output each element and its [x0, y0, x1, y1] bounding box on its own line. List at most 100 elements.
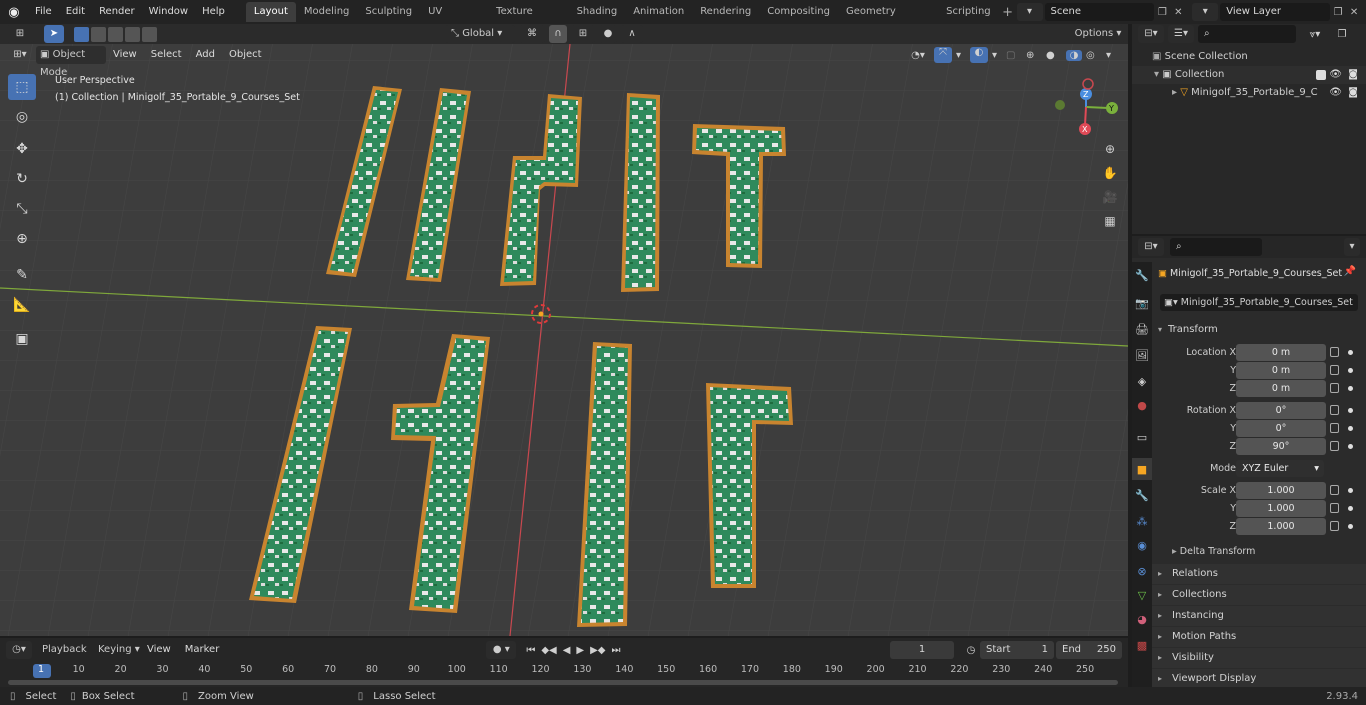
- 3d-viewport[interactable]: Z Y X: [0, 44, 1128, 636]
- mode-difference-icon[interactable]: [125, 26, 140, 42]
- outliner-row-scene-collection[interactable]: ▣ Scene Collection: [1132, 48, 1366, 66]
- properties-editor-icon[interactable]: ⊟▾: [1138, 238, 1164, 256]
- location-z-field[interactable]: 0 m: [1236, 380, 1326, 397]
- timeline-editor-icon[interactable]: ◷▾: [6, 641, 32, 659]
- play-icon[interactable]: ▶: [576, 645, 584, 656]
- pivot-icon[interactable]: ⌘: [519, 25, 545, 43]
- filter-icon[interactable]: ⩔▾: [1300, 29, 1330, 40]
- next-keyframe-icon[interactable]: ▶◆: [590, 645, 605, 656]
- rotate-tool-icon[interactable]: ↻: [8, 166, 36, 192]
- scale-tool-icon[interactable]: ⤡: [8, 196, 36, 222]
- menu-window[interactable]: Window: [142, 0, 195, 24]
- render-tab-icon[interactable]: 📷: [1132, 292, 1152, 314]
- delete-scene-icon[interactable]: ✕: [1170, 7, 1186, 18]
- timeline-scrollbar[interactable]: [8, 680, 1118, 685]
- menu-render[interactable]: Render: [92, 0, 142, 24]
- keyframe-location-x-icon[interactable]: [1348, 350, 1353, 355]
- prev-keyframe-icon[interactable]: ◆◀: [541, 645, 556, 656]
- menu-help[interactable]: Help: [195, 0, 232, 24]
- object-name-field[interactable]: ▣▾ Minigolf_35_Portable_9_Courses_Set: [1160, 294, 1358, 311]
- keyframe-scale-x-icon[interactable]: [1348, 488, 1353, 493]
- 3d-view-editor-icon[interactable]: ⊞▾: [6, 46, 34, 64]
- vp-menu-object[interactable]: Object: [222, 43, 269, 67]
- lock-rotation-x-icon[interactable]: [1330, 405, 1339, 415]
- tab-animation[interactable]: Animation: [625, 2, 692, 22]
- menu-edit[interactable]: Edit: [59, 0, 92, 24]
- xray-icon[interactable]: ▢: [1006, 50, 1022, 61]
- tab-geometry-nodes[interactable]: Geometry Nodes: [838, 2, 938, 37]
- collection-camera-icon[interactable]: ◙: [1348, 66, 1358, 84]
- outliner-row-collection[interactable]: ▾ ▣ Collection 👁 ◙: [1132, 66, 1366, 84]
- cursor-tool-icon[interactable]: ◎: [8, 104, 36, 130]
- timeline-menu-marker[interactable]: Marker: [178, 638, 227, 662]
- gizmo-toggle-icon[interactable]: ⤧: [934, 47, 952, 63]
- add-workspace-icon[interactable]: +: [999, 5, 1017, 20]
- outliner-search-input[interactable]: ⌕: [1198, 25, 1296, 43]
- timeline-ruler[interactable]: 1 10 20 30 40 50 60 70 80 90 100 110 120 130 140 150 160…: [0, 662, 1128, 678]
- current-frame-field[interactable]: 1: [890, 641, 954, 659]
- viewport-display-panel[interactable]: ▸ Viewport Display: [1152, 669, 1366, 687]
- view-layer-browse-icon[interactable]: ▾: [1192, 3, 1219, 21]
- gizmo-dropdown-icon[interactable]: ▾: [956, 50, 966, 61]
- measure-tool-icon[interactable]: 📐: [8, 292, 36, 318]
- outliner-display-icon[interactable]: ☰▾: [1168, 25, 1194, 43]
- vp-menu-add[interactable]: Add: [189, 43, 222, 67]
- keyframe-rotation-z-icon[interactable]: [1348, 444, 1353, 449]
- scale-x-field[interactable]: 1.000: [1236, 482, 1326, 499]
- transform-panel-header[interactable]: ▾ Transform: [1132, 320, 1366, 340]
- scale-y-field[interactable]: 1.000: [1236, 500, 1326, 517]
- keyframe-rotation-x-icon[interactable]: [1348, 408, 1353, 413]
- tab-scripting[interactable]: Scripting: [938, 2, 998, 22]
- shading-dropdown-icon[interactable]: ▾: [1106, 50, 1116, 61]
- tab-uv-editing[interactable]: UV Editing: [420, 2, 488, 37]
- transform-tool-icon[interactable]: ⊕: [8, 226, 36, 252]
- overlay-toggle-icon[interactable]: ◐: [970, 47, 988, 63]
- keyframe-rotation-y-icon[interactable]: [1348, 426, 1353, 431]
- new-scene-icon[interactable]: ❐: [1154, 7, 1170, 18]
- timeline-menu-view[interactable]: View: [140, 638, 178, 662]
- blender-logo-icon[interactable]: ◉: [0, 5, 28, 20]
- data-tab-icon[interactable]: ▽: [1132, 584, 1152, 606]
- gizmo-neg-y-icon[interactable]: [1055, 100, 1065, 110]
- mode-subtract-icon[interactable]: [108, 26, 123, 42]
- annotate-tool-icon[interactable]: ✎: [8, 262, 36, 288]
- play-reverse-icon[interactable]: ◀: [563, 645, 571, 656]
- expand-object-icon[interactable]: ▸: [1172, 87, 1180, 98]
- lock-location-z-icon[interactable]: [1330, 383, 1339, 393]
- zoom-icon[interactable]: ⊕: [1099, 142, 1121, 166]
- keyframe-scale-z-icon[interactable]: [1348, 524, 1353, 529]
- rotation-z-field[interactable]: 90°: [1236, 438, 1326, 455]
- start-frame-field[interactable]: Start 1: [980, 641, 1054, 659]
- lock-scale-x-icon[interactable]: [1330, 485, 1339, 495]
- tab-compositing[interactable]: Compositing: [759, 2, 838, 22]
- new-view-layer-icon[interactable]: ❐: [1330, 7, 1346, 18]
- scale-z-field[interactable]: 1.000: [1236, 518, 1326, 535]
- keyframe-location-z-icon[interactable]: [1348, 386, 1353, 391]
- shading-wireframe-icon[interactable]: ⊕: [1026, 50, 1042, 61]
- menu-file[interactable]: File: [28, 0, 59, 24]
- course-4[interactable]: [621, 93, 660, 292]
- object-camera-icon[interactable]: ◙: [1348, 84, 1358, 102]
- outliner-row-object[interactable]: ▸ ▽ Minigolf_35_Portable_9_C 👁 ◙: [1132, 84, 1366, 102]
- mode-set-icon[interactable]: [74, 26, 89, 42]
- relations-panel[interactable]: ▸ Relations: [1152, 564, 1366, 584]
- keying-dropdown[interactable]: Keying ▾: [94, 641, 140, 659]
- lock-location-y-icon[interactable]: [1330, 365, 1339, 375]
- mode-intersect-icon[interactable]: [142, 26, 157, 42]
- move-tool-icon[interactable]: ✥: [8, 136, 36, 162]
- editor-type-icon[interactable]: ⊞: [6, 25, 34, 43]
- constraints-tab-icon[interactable]: ⊗: [1132, 560, 1152, 582]
- lock-scale-y-icon[interactable]: [1330, 503, 1339, 513]
- tab-modeling[interactable]: Modeling: [296, 2, 358, 22]
- preview-range-icon[interactable]: ◷: [962, 645, 980, 656]
- keyframe-location-y-icon[interactable]: [1348, 368, 1353, 373]
- shading-rendered-icon[interactable]: ◎: [1086, 50, 1102, 61]
- motion-paths-panel[interactable]: ▸ Motion Paths: [1152, 627, 1366, 647]
- collections-panel[interactable]: ▸ Collections: [1152, 585, 1366, 605]
- grid-view-icon[interactable]: ▦: [1099, 214, 1121, 238]
- shading-solid-icon[interactable]: ●: [1046, 50, 1062, 61]
- visibility-panel[interactable]: ▸ Visibility: [1152, 648, 1366, 668]
- select-box-tool-icon[interactable]: ⬚: [8, 74, 36, 100]
- object-mode-dropdown[interactable]: ▣ Object Mode: [36, 46, 106, 78]
- vp-menu-select[interactable]: Select: [144, 43, 189, 67]
